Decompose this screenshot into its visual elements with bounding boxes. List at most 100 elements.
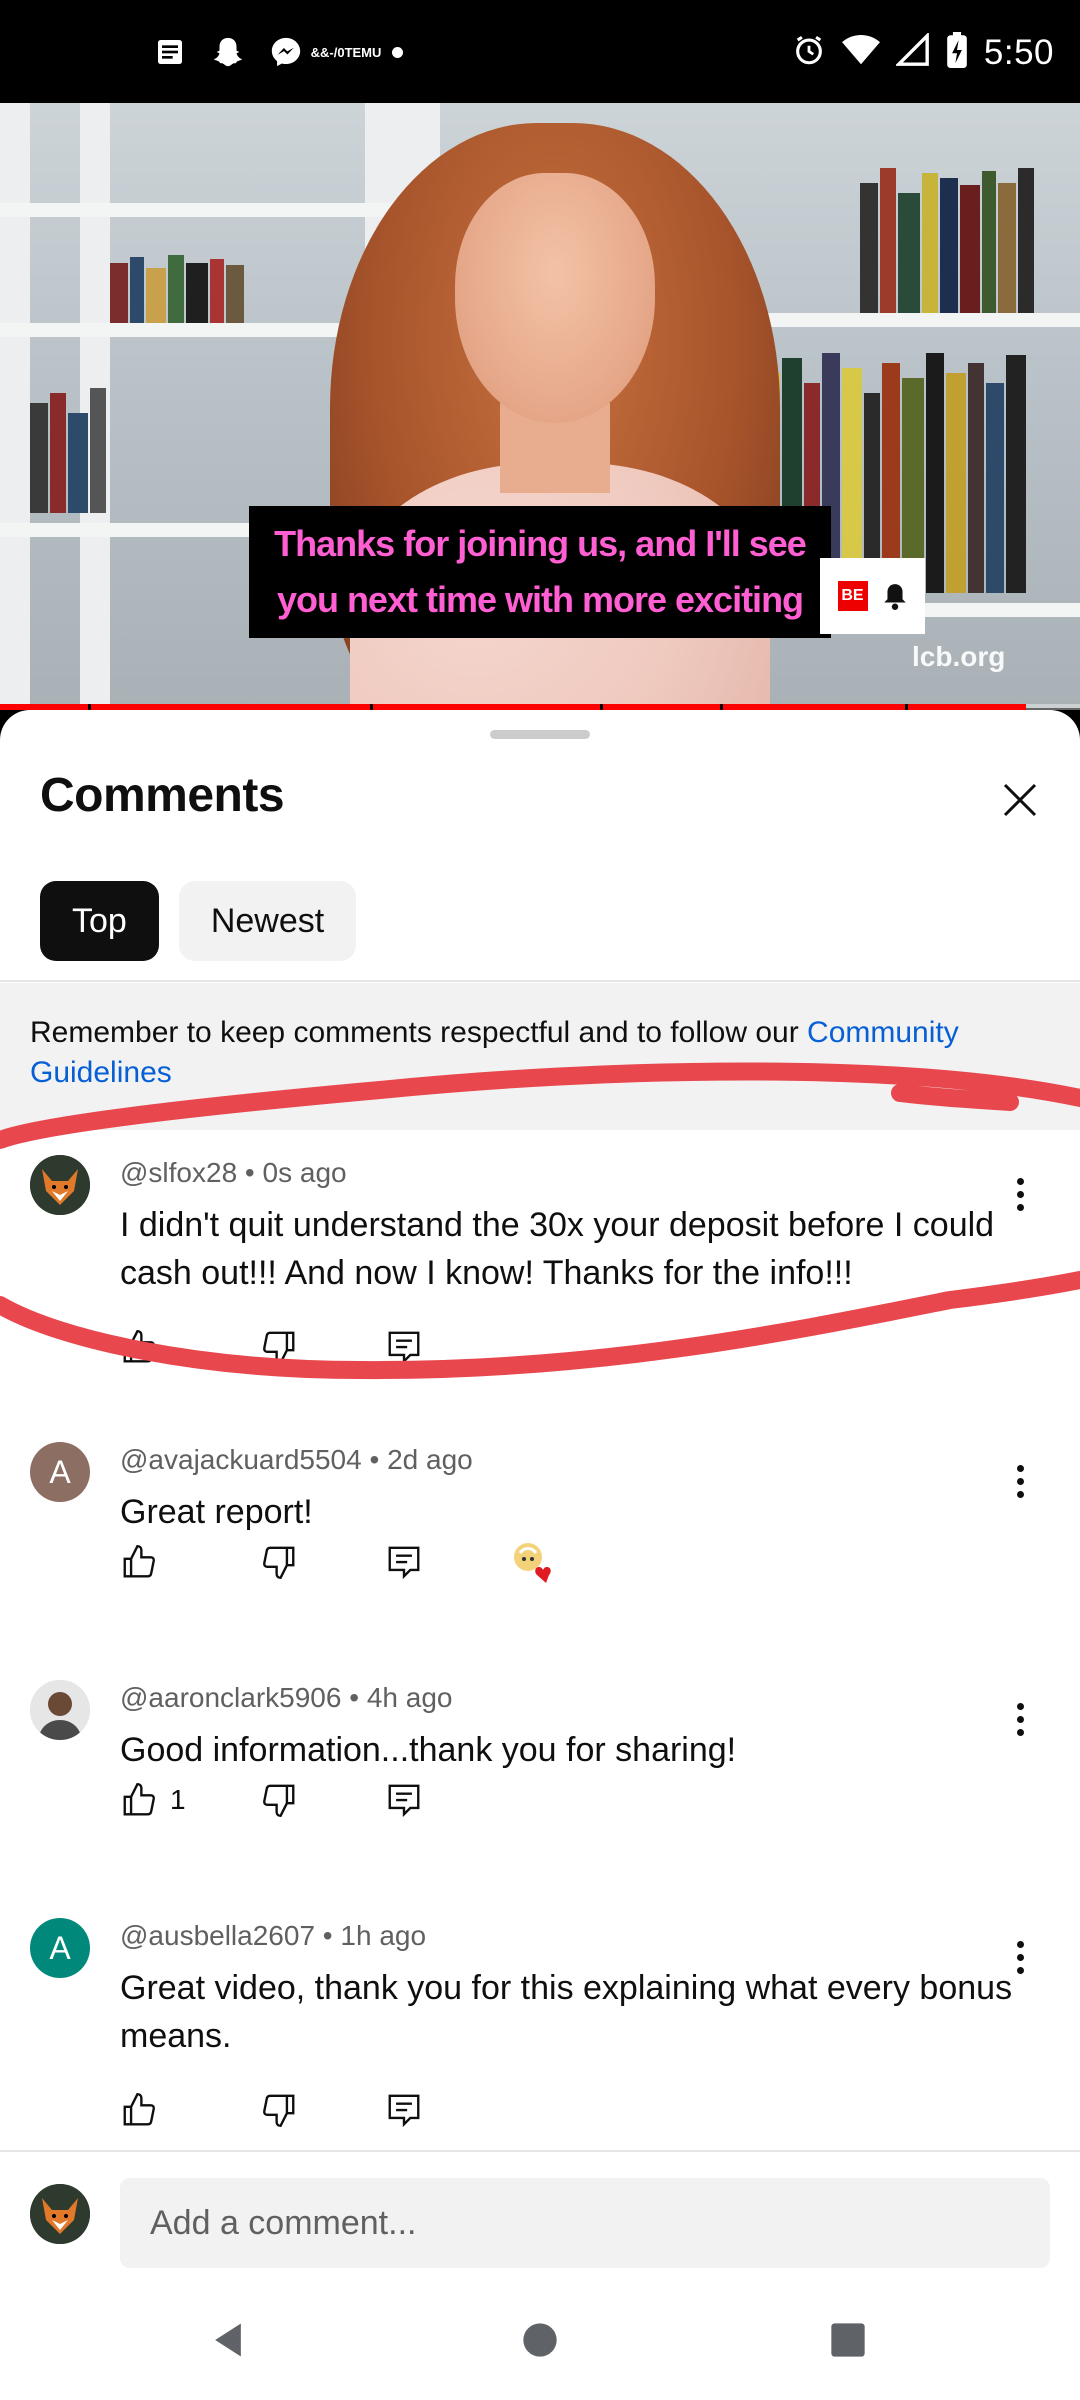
caption-overlay: Thanks for joining us, and I'll see you … <box>249 506 831 638</box>
presenter-face <box>455 173 655 423</box>
bookshelf-frame <box>0 103 30 708</box>
comment-author[interactable]: @slfox28 <box>120 1157 237 1188</box>
clock: 5:50 <box>983 32 1054 72</box>
close-button[interactable] <box>990 770 1050 830</box>
tab-newest[interactable]: Newest <box>178 881 357 961</box>
comment-meta: @ausbella2607 • 1h ago <box>120 1920 427 1951</box>
reply-button[interactable] <box>385 1325 423 1369</box>
thumbs-up-icon <box>123 2092 155 2126</box>
comment-time: 2d ago <box>387 1444 473 1475</box>
temu-label: TEMU <box>344 44 382 60</box>
sheet-title: Comments <box>40 769 285 822</box>
messenger-icon <box>268 34 304 70</box>
comment-author[interactable]: @avajackuard5504 <box>120 1444 362 1475</box>
comment-item: @aaronclark5906 • 4h ago Good informatio… <box>0 1680 1080 1900</box>
thumbs-up-icon <box>123 1329 155 1363</box>
signal-icon <box>894 31 930 72</box>
books <box>110 253 244 323</box>
reply-icon <box>388 1331 420 1365</box>
like-button[interactable]: 1 <box>120 1778 260 1822</box>
dot-icon <box>392 46 403 58</box>
drag-handle[interactable] <box>490 730 590 739</box>
comment-actions: 1 <box>120 1778 423 1822</box>
notice-text: Remember to keep comments respectful and… <box>30 1016 808 1049</box>
thumbs-down-icon <box>263 2094 295 2128</box>
alarm-icon <box>792 33 826 72</box>
books <box>30 383 106 513</box>
avatar[interactable] <box>30 1680 90 1740</box>
comment-time: 4h ago <box>366 1682 453 1713</box>
thumbs-up-icon <box>123 1544 155 1578</box>
home-button[interactable] <box>508 2308 572 2372</box>
person-avatar-icon <box>30 1680 90 1740</box>
creator-heart-icon <box>514 1543 551 1583</box>
subscribe-label: BE <box>837 581 868 611</box>
back-button[interactable] <box>196 2308 260 2372</box>
avatar[interactable] <box>30 1155 90 1215</box>
dislike-button[interactable] <box>260 1325 385 1369</box>
reply-icon <box>388 1546 420 1580</box>
thumbs-down-icon <box>263 1546 295 1580</box>
avatar-letter: A <box>49 1453 71 1490</box>
back-icon <box>215 2323 241 2357</box>
caption-line-2: you next time with more exciting <box>276 579 804 620</box>
tab-top[interactable]: Top <box>40 881 159 961</box>
reply-button[interactable] <box>385 1778 423 1822</box>
fox-avatar-icon <box>30 1155 90 1215</box>
thumbs-up-icon <box>123 1782 155 1816</box>
subscribe-button[interactable]: BE <box>820 558 925 634</box>
comment-item: @slfox28 • 0s ago I didn't quit understa… <box>0 1155 1080 1385</box>
guidelines-notice: Remember to keep comments respectful and… <box>0 983 1080 1130</box>
add-comment-input[interactable] <box>120 2178 1050 2268</box>
dislike-button[interactable] <box>260 1778 385 1822</box>
avatar-letter: A <box>49 1929 71 1966</box>
wifi-icon <box>841 33 880 72</box>
comments-sheet: Comments Top Newest Remember to keep com… <box>0 710 1080 2400</box>
reply-button[interactable] <box>385 2088 423 2132</box>
comment-actions <box>120 2088 423 2132</box>
reply-button[interactable] <box>385 1540 510 1584</box>
thumbs-down-icon <box>263 1784 295 1818</box>
comment-item: A @ausbella2607 • 1h ago Great video, th… <box>0 1918 1080 2158</box>
comment-actions <box>120 1325 423 1369</box>
shelf <box>0 203 440 217</box>
like-count: 1 <box>170 1784 186 1815</box>
dislike-button[interactable] <box>260 1540 385 1584</box>
comment-meta: @aaronclark5906 • 4h ago <box>120 1682 453 1713</box>
temu-sublabel: &&-/0 <box>310 44 345 60</box>
system-nav-bar <box>0 2280 1080 2400</box>
fox-avatar-icon <box>30 2184 90 2244</box>
home-icon <box>523 2323 557 2357</box>
comment-text: Great report! <box>120 1493 313 1531</box>
reply-icon <box>388 2094 420 2128</box>
comment-author[interactable]: @aaronclark5906 <box>120 1682 341 1713</box>
my-avatar[interactable] <box>30 2184 90 2244</box>
comment-text: Great video, thank you for this explaini… <box>120 1969 1013 2055</box>
channel-watermark: lcb.org <box>912 641 1006 672</box>
comment-text: Good information...thank you for sharing… <box>120 1731 737 1769</box>
like-button[interactable] <box>120 1540 260 1584</box>
dislike-button[interactable] <box>260 2088 385 2132</box>
creator-heart-badge <box>510 1540 558 1584</box>
comment-composer <box>0 2150 1080 2280</box>
news-icon <box>152 34 188 70</box>
video-player[interactable]: Thanks for joining us, and I'll see you … <box>0 103 1080 708</box>
books <box>860 163 1034 313</box>
recents-icon <box>831 2323 865 2357</box>
reply-icon <box>388 1784 420 1818</box>
status-bar: &&-/0 TEMU 5:50 <box>0 0 1080 103</box>
avatar[interactable]: A <box>30 1442 90 1502</box>
comment-meta: @slfox28 • 0s ago <box>120 1157 347 1188</box>
battery-icon <box>946 32 968 73</box>
comment-text: I didn't quit understand the 30x your de… <box>120 1206 995 1292</box>
bell-icon <box>883 584 906 610</box>
comment-author[interactable]: @ausbella2607 <box>120 1920 315 1951</box>
like-button[interactable] <box>120 2088 260 2132</box>
avatar[interactable]: A <box>30 1918 90 1978</box>
temu-icon: &&-/0 TEMU <box>311 34 382 70</box>
recents-button[interactable] <box>816 2308 880 2372</box>
comment-actions <box>120 1540 558 1584</box>
divider <box>0 980 1080 982</box>
comment-meta: @avajackuard5504 • 2d ago <box>120 1444 473 1475</box>
like-button[interactable] <box>120 1325 260 1369</box>
